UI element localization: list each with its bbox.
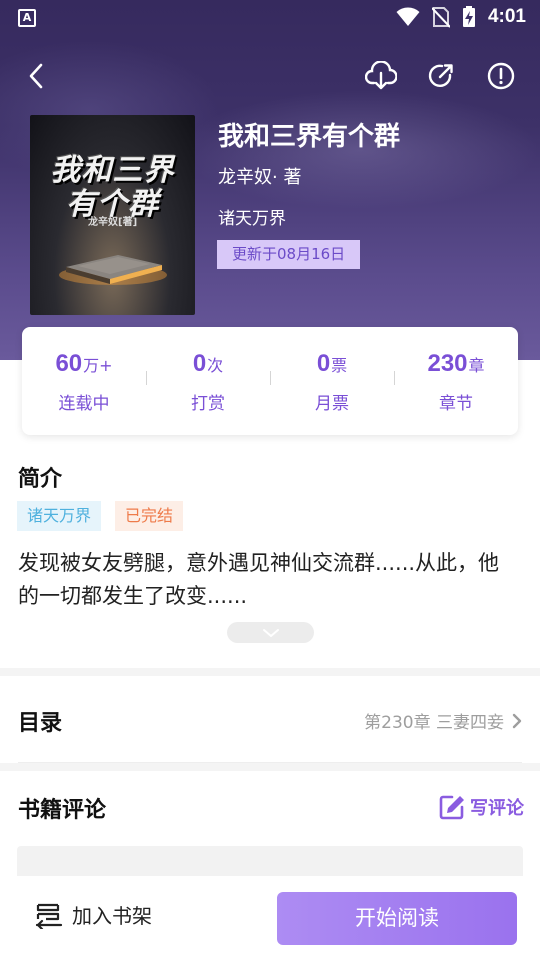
chevron-left-icon: [29, 63, 43, 89]
stat-label: 章节: [439, 393, 473, 414]
section-divider: [0, 668, 540, 676]
toolbar: [0, 52, 540, 100]
cloud-download-icon: [365, 61, 397, 90]
stat-value: 230: [427, 349, 468, 377]
stat-unit: 票: [331, 355, 348, 375]
app-notification-icon: A: [18, 9, 36, 27]
stats-card: 60万+ 连载中 0次 打赏 0票 月票 230章 章节: [22, 327, 518, 435]
download-button[interactable]: [363, 58, 399, 94]
no-sim-icon: [431, 7, 450, 28]
book-cover[interactable]: 我和三界 有个群 龙辛奴[著]: [30, 115, 195, 315]
stat-unit: 次: [207, 355, 224, 375]
catalog-heading[interactable]: 目录: [18, 705, 62, 737]
expand-intro-button[interactable]: [227, 622, 314, 643]
cover-author: 龙辛奴[著]: [88, 217, 138, 228]
tag-list: 诸天万界 已完结: [17, 501, 184, 531]
stat-tips[interactable]: 0次 打赏: [146, 349, 270, 414]
status-bar: A 4:01: [0, 0, 540, 36]
book-title: 我和三界有个群: [218, 122, 401, 152]
write-comment-button[interactable]: 写评论: [438, 793, 524, 821]
battery-charging-icon: [462, 6, 475, 27]
stat-label: 打赏: [191, 393, 225, 414]
wifi-icon: [396, 7, 420, 26]
glowing-book-image: [59, 255, 167, 285]
clock: 4:01: [487, 6, 526, 27]
chevron-down-icon: [262, 628, 279, 637]
update-badge: 更新于08月16日: [217, 240, 361, 269]
comments-heading: 书籍评论: [18, 798, 107, 823]
stat-label: 连载中: [58, 393, 110, 414]
stat-label: 月票: [315, 393, 349, 414]
chevron-right-icon: [512, 713, 522, 728]
intro-text: 发现被女友劈腿，意外遇见神仙交流群......从此，他的一切都发生了改变....…: [18, 551, 500, 608]
alert-circle-icon: [487, 62, 515, 90]
latest-chapter-link[interactable]: 第230章 三妻四妾: [364, 708, 522, 733]
book-author[interactable]: 龙辛奴· 著: [218, 163, 301, 189]
stat-chapters[interactable]: 230章 章节: [394, 349, 518, 414]
genre-tag[interactable]: 诸天万界: [17, 501, 102, 531]
start-reading-button[interactable]: 开始阅读: [277, 892, 517, 945]
stat-value: 0: [316, 349, 331, 377]
section-divider: [0, 763, 540, 771]
stat-monthly-votes[interactable]: 0票 月票: [270, 349, 394, 414]
book-genre[interactable]: 诸天万界: [218, 204, 286, 229]
intro-heading: 简介: [18, 467, 63, 492]
back-button[interactable]: [18, 58, 54, 94]
write-comment-label: 写评论: [470, 798, 524, 819]
status-tag: 已完结: [115, 501, 184, 531]
share-button[interactable]: [423, 58, 459, 94]
stat-value: 0: [192, 349, 207, 377]
add-to-shelf-label: 加入书架: [72, 904, 152, 928]
report-button[interactable]: [483, 58, 519, 94]
edit-icon: [439, 795, 464, 820]
bookshelf-add-icon: [35, 903, 63, 929]
add-to-shelf-button[interactable]: 加入书架: [34, 900, 152, 929]
bottom-action-bar: 加入书架 开始阅读: [0, 876, 540, 960]
stat-unit: 万+: [83, 355, 113, 375]
stat-unit: 章: [468, 355, 485, 375]
latest-chapter-label: 第230章 三妻四妾: [364, 713, 504, 733]
share-icon: [428, 64, 453, 87]
stat-wordcount: 60万+ 连载中: [22, 349, 146, 414]
stat-value: 60: [55, 349, 83, 377]
